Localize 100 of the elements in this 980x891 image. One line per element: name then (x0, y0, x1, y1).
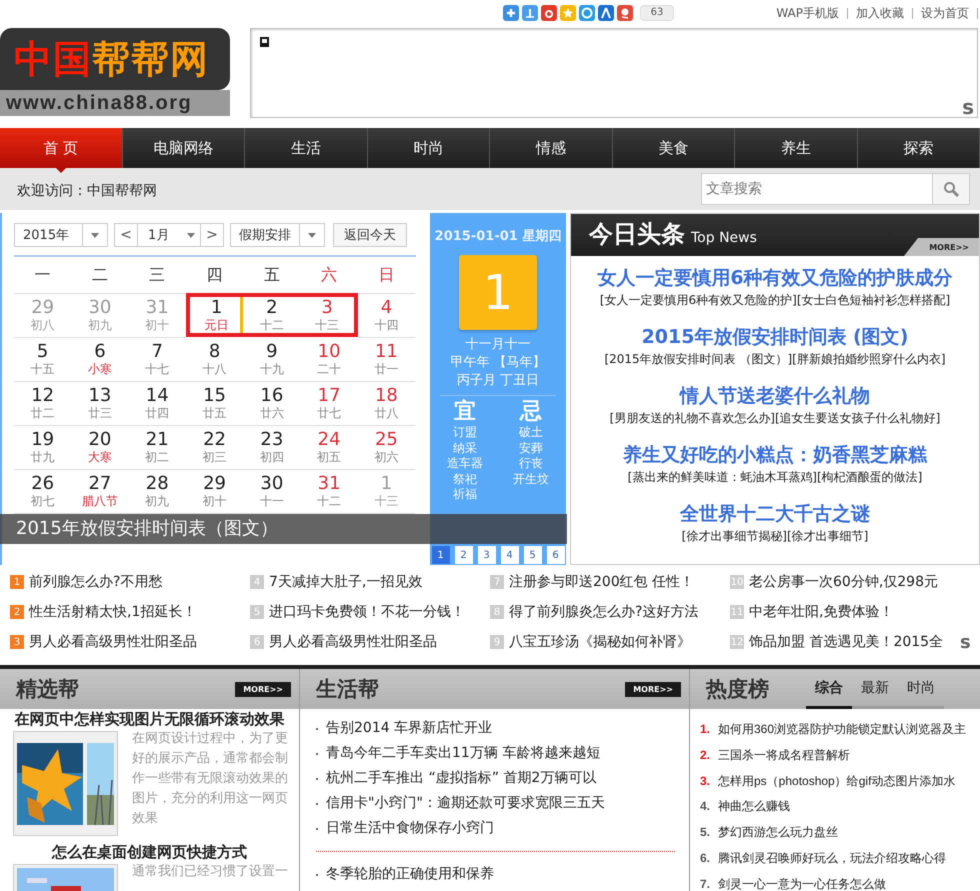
more-button[interactable]: MORE>> (625, 682, 681, 696)
page-button[interactable]: 6 (546, 546, 564, 564)
more-link[interactable]: MORE>> (904, 238, 979, 256)
calendar-day[interactable]: 13 廿三 (71, 382, 129, 426)
calendar-day[interactable]: 18 廿八 (358, 382, 416, 426)
related-link[interactable]: [女士白色短袖衬衫怎样搭配] (796, 292, 950, 308)
headline-link[interactable]: 2015年放假安排时间表 (图文) (642, 323, 908, 351)
calendar-day[interactable]: 22 初三 (186, 426, 244, 470)
header-link[interactable]: 加入收藏 (848, 4, 912, 22)
calendar-day[interactable]: 8 十八 (186, 338, 244, 382)
calendar-day[interactable]: 5 十五 (14, 338, 72, 382)
ranking-tab[interactable]: 时尚 (898, 669, 944, 709)
calendar-day[interactable]: 23 初四 (243, 426, 300, 470)
ranking-link[interactable]: 腾讯剑灵召唤师好玩么，玩法介绍攻略心得 (718, 846, 946, 872)
ranking-link[interactable]: 三国杀一将成名程普解析 (718, 742, 850, 769)
page-button[interactable]: 3 (478, 546, 496, 564)
calendar-day[interactable]: 21 初二 (128, 426, 186, 470)
article-link[interactable]: 信用卡"小窍门"：逾期还款可要求宽限三五天 (326, 791, 605, 816)
share-icon[interactable] (598, 5, 614, 21)
ad-link[interactable]: 7天减掉大肚子,一招见效 (269, 573, 422, 591)
calendar-day[interactable]: 7 十七 (128, 338, 186, 382)
calendar-day[interactable]: 12 廿二 (14, 382, 72, 426)
header-link[interactable]: 设为首页 (913, 4, 977, 22)
month-picker[interactable]: < 1月 > (114, 223, 224, 247)
ad-link[interactable]: 注册参与即送200红包 任性！ (509, 573, 694, 591)
ad-link[interactable]: 饰品加盟 首选遇见美！2015全 (749, 633, 944, 651)
headline-link[interactable]: 全世界十二大千古之谜 (680, 500, 870, 528)
more-button[interactable]: MORE>> (235, 682, 291, 696)
calendar-day[interactable]: 16 廿六 (243, 382, 300, 426)
ad-link[interactable]: 得了前列腺炎怎么办?这好方法 (509, 603, 698, 621)
related-link[interactable]: [男朋友送的礼物不喜欢怎么办] (610, 410, 775, 426)
ad-link[interactable]: 中老年壮阳,免费体验！ (749, 603, 894, 621)
calendar-day[interactable]: 2 十二 (243, 293, 300, 337)
page-button[interactable]: 5 (524, 546, 542, 564)
article-title[interactable]: 怎么在桌面创建网页快捷方式 (0, 842, 299, 862)
ad-link[interactable]: 男人必看高级男性壮阳圣品 (29, 633, 197, 651)
calendar-day[interactable]: 11 廿一 (358, 338, 416, 382)
ranking-link[interactable]: 剑灵一心一意为一心任务怎么做 (718, 872, 886, 891)
share-icon[interactable] (540, 5, 557, 21)
related-link[interactable]: [徐才出事细节揭秘] (682, 528, 787, 544)
headline-link[interactable]: 情人节送老婆什么礼物 (680, 382, 870, 410)
calendar-day[interactable]: 4 十四 (358, 294, 416, 338)
ranking-tab[interactable]: 最新 (852, 669, 898, 709)
calendar-day[interactable]: 10 二十 (300, 338, 358, 382)
headline-link[interactable]: 养生又好吃的小糕点：奶香黑芝麻糕 (623, 441, 927, 469)
ranking-link[interactable]: 如何用360浏览器防护功能锁定默认浏览器及主 (718, 717, 966, 743)
related-link[interactable]: [枸杞酒酿蛋的做法] (817, 469, 922, 485)
calendar-day[interactable]: 3 十三 (300, 293, 358, 337)
page-button[interactable]: 4 (500, 546, 518, 564)
calendar-day[interactable]: 14 廿四 (128, 382, 186, 426)
share-icon[interactable] (522, 5, 538, 21)
headline-link[interactable]: 女人一定要慎用6种有效又危险的护肤成分 (597, 264, 953, 292)
weekday-label: 日 (358, 257, 416, 294)
slide-caption[interactable]: 2015年放假安排时间表（图文） (0, 514, 567, 544)
related-link[interactable]: [徐才出事细节] (787, 528, 868, 544)
share-icon[interactable] (616, 5, 633, 21)
ad-link[interactable]: 进口玛卡免费领！不花一分钱！ (269, 603, 465, 621)
ad-link[interactable]: 性生活射精太快,1招延长！ (29, 603, 196, 621)
ad-link[interactable]: 男人必看高级男性壮阳圣品 (269, 633, 437, 651)
related-link[interactable]: [女人一定要慎用6种有效又危险的护] (600, 292, 797, 308)
ranking-link[interactable]: 怎样用ps（photoshop）给gif动态图片添加水 (718, 768, 956, 794)
related-link[interactable]: [追女生要送女孩子什么礼物好] (775, 410, 940, 426)
calendar-day[interactable]: 9 十九 (243, 338, 300, 382)
page-button[interactable]: 1 (432, 546, 450, 564)
ranking-tab[interactable]: 综合 (806, 669, 852, 709)
ad-link[interactable]: 前列腺怎么办?不用愁 (29, 573, 162, 591)
article-title[interactable]: 在网页中怎样实现图片无限循环滚动效果 (0, 709, 299, 729)
day-number: 1 (459, 255, 537, 330)
today-button[interactable]: 返回今天 (333, 223, 407, 247)
article-link[interactable]: 冬季轮胎的正确使用和保养 (326, 862, 494, 887)
share-icon[interactable] (578, 5, 595, 21)
article-link[interactable]: 青岛今年二手车卖出11万辆 车龄将越来越短 (326, 741, 600, 766)
mode-select[interactable]: 假期安排 (230, 223, 325, 247)
square-icon (260, 37, 269, 47)
related-link[interactable]: [蒸出来的鲜美味道：蚝油木耳蒸鸡] (628, 469, 817, 485)
related-link[interactable]: [2015年放假安排时间表 （图文）] (604, 351, 792, 367)
header-link[interactable]: WAP手机版 (768, 4, 847, 22)
calendar-day[interactable]: 19 廿九 (14, 426, 72, 470)
calendar-day[interactable]: 1 元日 (186, 293, 244, 337)
calendar-day[interactable]: 25 初六 (358, 426, 416, 470)
search-field[interactable]: 文章搜索 (701, 173, 932, 205)
related-link[interactable]: [胖新娘拍婚纱照穿什么内衣] (792, 351, 946, 367)
year-select[interactable]: 2015年 (14, 223, 108, 247)
share-icon[interactable] (502, 5, 519, 21)
calendar-day[interactable]: 20 大寒 (71, 426, 129, 470)
page-button[interactable]: 2 (454, 546, 472, 564)
ranking-link[interactable]: 梦幻西游怎么玩力盘丝 (718, 820, 838, 846)
calendar-day[interactable]: 6 小寒 (71, 338, 129, 382)
ranking-link[interactable]: 神曲怎么赚钱 (718, 794, 790, 820)
article-link[interactable]: 日常生活中食物保存小窍门 (326, 816, 494, 841)
next-button[interactable]: > (200, 224, 223, 246)
search-button[interactable] (932, 173, 970, 205)
ad-link[interactable]: 八宝五珍汤《揭秘如何补肾》 (509, 633, 691, 651)
calendar-day[interactable]: 17 廿七 (300, 382, 358, 426)
calendar-day[interactable]: 24 初五 (300, 426, 358, 470)
calendar-day[interactable]: 15 廿五 (186, 382, 244, 426)
article-link[interactable]: 告别2014 车界新店忙开业 (326, 716, 492, 741)
prev-button[interactable]: < (115, 224, 138, 246)
article-link[interactable]: 杭州二手车推出 “虚拟指标” 首期2万辆可以 (326, 766, 596, 791)
ad-link[interactable]: 老公房事一次60分钟,仅298元 (749, 573, 938, 591)
